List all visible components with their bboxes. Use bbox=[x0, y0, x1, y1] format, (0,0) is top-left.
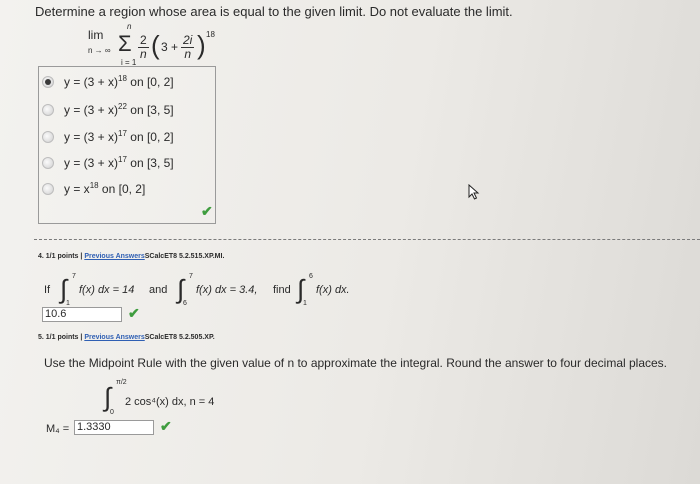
answer-options-box bbox=[38, 66, 216, 224]
fraction-2i-over-n: 2i n bbox=[181, 33, 195, 61]
option-label: y = (3 + x)18 on [0, 2] bbox=[64, 74, 174, 89]
frac-denominator: n bbox=[140, 47, 147, 61]
q5-prompt: Use the Midpoint Rule with the given val… bbox=[44, 356, 668, 370]
option-1[interactable]: y = (3 + x)18 on [0, 2] bbox=[42, 74, 174, 89]
option-label: y = x18 on [0, 2] bbox=[64, 181, 146, 196]
correct-check-icon: ✔ bbox=[128, 305, 140, 321]
q5-code: SCalcET8 5.2.505.XP. bbox=[144, 334, 215, 341]
section-divider bbox=[34, 239, 700, 240]
option-5[interactable]: y = x18 on [0, 2] bbox=[42, 181, 145, 196]
and-text: and bbox=[149, 284, 168, 296]
lim-text: lim bbox=[88, 28, 104, 42]
q5-integrand: 2 cos⁴(x) dx, n = 4 bbox=[125, 396, 215, 408]
int1-lower: 1 bbox=[66, 300, 70, 307]
option-label: y = (3 + x)17 on [3, 5] bbox=[64, 155, 174, 170]
q5-upper-limit: π/2 bbox=[116, 379, 127, 386]
q4-answer-input[interactable]: 10.6 bbox=[42, 307, 122, 322]
option-2[interactable]: y = (3 + x)22 on [3, 5] bbox=[42, 102, 174, 117]
q3-prompt: Determine a region whose area is equal t… bbox=[35, 4, 513, 19]
int2-upper: 7 bbox=[189, 273, 193, 280]
option-label: y = (3 + x)22 on [3, 5] bbox=[64, 102, 174, 117]
fraction-2-over-n: 2 n bbox=[138, 34, 149, 61]
integral-sign-2: ∫ bbox=[177, 274, 185, 304]
open-paren: ( bbox=[151, 30, 160, 60]
radio-icon[interactable] bbox=[42, 130, 54, 143]
option-4[interactable]: y = (3 + x)17 on [3, 5] bbox=[42, 155, 174, 170]
integral-sign-3: ∫ bbox=[297, 274, 305, 304]
radio-icon[interactable] bbox=[42, 103, 54, 116]
q4-header: 4. 1/1 points | Previous AnswersSCalcET8… bbox=[38, 253, 225, 260]
frac-numerator-2i: 2i bbox=[181, 33, 195, 48]
q5-header: 5. 1/1 points | Previous AnswersSCalcET8… bbox=[38, 334, 215, 341]
radio-icon[interactable] bbox=[42, 156, 54, 169]
m4-label: M₄ = bbox=[46, 423, 70, 435]
q4-if: If bbox=[44, 284, 51, 296]
sigma-symbol: Σ bbox=[118, 31, 132, 56]
frac-denominator-n: n bbox=[184, 47, 192, 61]
sigma-upper: n bbox=[127, 22, 132, 31]
int2-expression: f(x) dx = 3.4, bbox=[196, 284, 258, 296]
correct-check-icon: ✔ bbox=[160, 418, 172, 434]
correct-check-icon: ✔ bbox=[201, 203, 213, 219]
mouse-pointer-icon bbox=[468, 184, 480, 200]
int1-upper: 7 bbox=[72, 273, 76, 280]
int1-expression: f(x) dx = 14 bbox=[79, 284, 135, 296]
q5-lower-limit: 0 bbox=[110, 409, 114, 416]
lim-subscript: n → ∞ bbox=[88, 46, 111, 55]
int2-lower: 6 bbox=[183, 300, 187, 307]
integral-sign-5: ∫ bbox=[104, 382, 112, 412]
close-paren: ) bbox=[197, 30, 206, 60]
int3-upper: 6 bbox=[309, 273, 313, 280]
q4-code: SCalcET8 5.2.515.XP.MI. bbox=[144, 253, 225, 260]
option-3[interactable]: y = (3 + x)17 on [0, 2] bbox=[42, 129, 174, 144]
integral-sign-1: ∫ bbox=[60, 274, 68, 304]
previous-answers-link[interactable]: Previous Answers bbox=[84, 334, 144, 341]
radio-selected-icon[interactable] bbox=[42, 75, 54, 88]
int3-expression: f(x) dx. bbox=[316, 284, 350, 296]
limit-exponent: 18 bbox=[206, 30, 215, 39]
int3-lower: 1 bbox=[303, 300, 307, 307]
q5-answer-input[interactable]: 1.3330 bbox=[74, 420, 154, 435]
radio-icon[interactable] bbox=[42, 182, 54, 195]
option-label: y = (3 + x)17 on [0, 2] bbox=[64, 129, 174, 144]
limit-label: lim n → ∞ bbox=[88, 28, 111, 55]
previous-answers-link[interactable]: Previous Answers bbox=[84, 253, 144, 260]
frac-numerator: 2 bbox=[138, 33, 149, 48]
find-text: find bbox=[273, 284, 291, 296]
three-plus: 3 + bbox=[161, 40, 179, 54]
